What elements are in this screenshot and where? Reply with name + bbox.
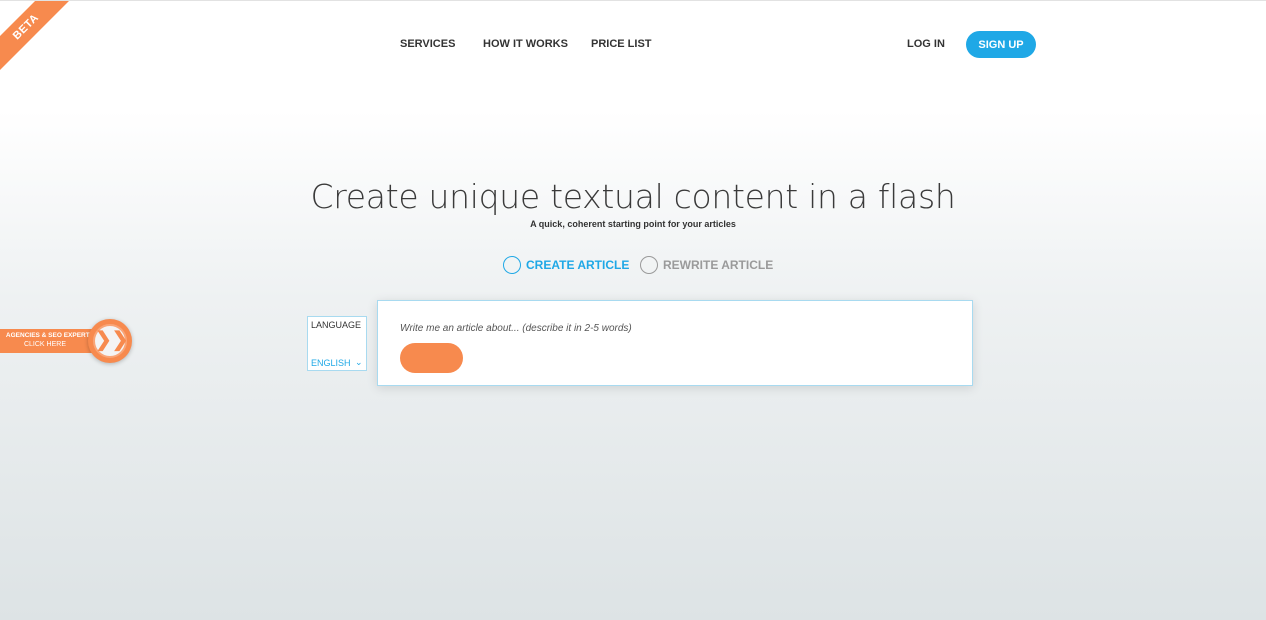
- signup-button[interactable]: SIGN UP: [966, 31, 1036, 58]
- radio-circle-icon[interactable]: [640, 256, 658, 274]
- article-topic-input[interactable]: [396, 319, 944, 337]
- agency-banner-title: AGENCIES & SEO EXPERTS: [5, 332, 95, 339]
- mode-rewrite-label: REWRITE ARTICLE: [663, 258, 774, 272]
- language-value: ENGLISH: [311, 358, 351, 368]
- login-link[interactable]: LOG IN: [907, 38, 945, 50]
- mode-rewrite-article[interactable]: REWRITE ARTICLE: [640, 256, 773, 274]
- chevron-down-icon: ⌄: [355, 357, 363, 367]
- top-nav: SERVICES HOW IT WORKS PRICE LIST LOG IN: [0, 38, 1266, 52]
- submit-button[interactable]: [400, 343, 463, 373]
- agency-arrow-button[interactable]: ❯❯: [88, 319, 132, 363]
- agency-banner-cta: CLICK HERE: [23, 341, 66, 348]
- radio-circle-icon[interactable]: [503, 256, 521, 274]
- hero-title: Create unique textual content in a flash: [310, 177, 956, 216]
- hero-subtitle: A quick, coherent starting point for you…: [530, 219, 736, 229]
- language-select[interactable]: LANGUAGE ENGLISH ⌄: [307, 316, 367, 371]
- nav-how-it-works[interactable]: HOW IT WORKS: [483, 38, 568, 50]
- nav-price-list[interactable]: PRICE LIST: [591, 38, 652, 50]
- mode-create-article[interactable]: CREATE ARTICLE: [503, 256, 629, 274]
- agency-promo-tab[interactable]: AGENCIES & SEO EXPERTS CLICK HERE ❯❯: [0, 319, 135, 365]
- nav-services[interactable]: SERVICES: [400, 38, 455, 50]
- mode-create-label: CREATE ARTICLE: [526, 258, 630, 272]
- language-label: LANGUAGE: [311, 320, 362, 330]
- double-chevron-right-icon: ❯❯: [93, 324, 129, 358]
- article-input-card: [377, 300, 973, 386]
